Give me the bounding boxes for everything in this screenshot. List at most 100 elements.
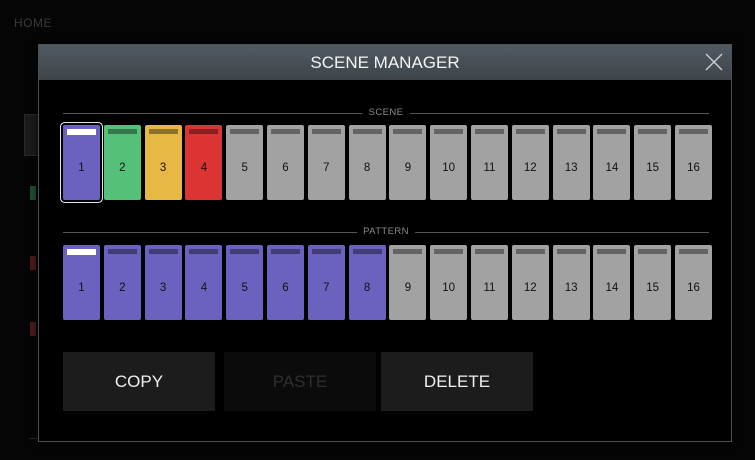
scene-pad-indicator — [311, 129, 341, 134]
scene-pad-number: 16 — [687, 162, 700, 174]
pattern-section-header: PATTERN — [63, 226, 709, 238]
pattern-pad-indicator — [638, 249, 668, 254]
scene-pad-10[interactable]: 10 — [430, 125, 468, 200]
pattern-pad-number: 14 — [605, 282, 619, 294]
pattern-pad-9[interactable]: 9 — [389, 245, 427, 320]
pattern-pad-number: 9 — [404, 282, 412, 294]
scene-pad-5[interactable]: 5 — [226, 125, 264, 200]
delete-button[interactable]: DELETE — [381, 352, 533, 411]
scene-pad-11[interactable]: 11 — [471, 125, 508, 200]
pattern-pad-number: 3 — [159, 282, 167, 294]
dialog-title: SCENE MANAGER — [310, 53, 460, 72]
scene-pad-1[interactable]: 1 — [63, 125, 100, 200]
scene-pad-13[interactable]: 13 — [552, 125, 590, 200]
pattern-pad-indicator — [148, 249, 178, 254]
pattern-pad-indicator — [597, 249, 627, 254]
pattern-pad-number: 8 — [363, 282, 371, 294]
scene-pad-4[interactable]: 4 — [185, 125, 223, 200]
scene-pad-number: 2 — [119, 162, 126, 174]
scene-pad-12[interactable]: 12 — [511, 125, 549, 200]
pattern-pad-number: 10 — [442, 282, 456, 294]
scene-pad-number: 4 — [200, 162, 208, 174]
pattern-pad-indicator — [352, 249, 382, 254]
pattern-pad-3[interactable]: 3 — [144, 245, 182, 320]
scene-pad-number: 15 — [646, 162, 660, 174]
scene-pad-number: 6 — [282, 162, 289, 174]
scene-pad-number: 1 — [78, 162, 85, 174]
pattern-pad-indicator — [67, 249, 96, 255]
scene-pad-number: 3 — [159, 162, 167, 174]
pattern-pad-1[interactable]: 1 — [63, 245, 100, 320]
scene-pad-8[interactable]: 8 — [348, 125, 386, 200]
scene-pad-number: 9 — [404, 162, 412, 174]
scene-pad-7[interactable]: 7 — [307, 125, 345, 200]
scene-pad-2[interactable]: 2 — [103, 125, 141, 200]
paste-button[interactable]: PASTE — [224, 352, 376, 411]
pattern-pad-13[interactable]: 13 — [552, 245, 590, 320]
scene-pad-16[interactable]: 16 — [675, 125, 712, 200]
pattern-pad-number: 4 — [200, 282, 208, 294]
dialog-header: SCENE MANAGER — [39, 45, 731, 80]
pattern-pad-number: 12 — [523, 282, 537, 294]
scene-pad-indicator — [352, 129, 382, 134]
scene-pad-6[interactable]: 6 — [267, 125, 304, 200]
pattern-pad-7[interactable]: 7 — [307, 245, 345, 320]
scene-pad-9[interactable]: 9 — [389, 125, 427, 200]
pattern-pad-number: 15 — [646, 282, 660, 294]
pattern-pad-5[interactable]: 5 — [226, 245, 264, 320]
pattern-pad-number: 13 — [564, 282, 578, 294]
close-icon — [705, 53, 723, 71]
pattern-pad-indicator — [189, 249, 219, 254]
delete-button-label: DELETE — [423, 372, 491, 391]
scene-pad-number: 11 — [483, 162, 496, 174]
pattern-pad-8[interactable]: 8 — [348, 245, 386, 320]
pattern-pad-row: 1 2 3 4 5 6 7 8 9 10 11 12 13 14 15 16 — [63, 245, 713, 322]
pattern-pad-12[interactable]: 12 — [511, 245, 549, 320]
scene-pad-number: 7 — [323, 162, 330, 174]
scene-pad-indicator — [271, 129, 300, 134]
close-button[interactable] — [695, 45, 731, 80]
pattern-pad-10[interactable]: 10 — [430, 245, 468, 320]
pattern-pad-number: 1 — [78, 282, 85, 294]
pattern-section-label: PATTERN — [357, 226, 415, 237]
scene-pad-indicator — [679, 129, 708, 134]
scene-section-header: SCENE — [63, 107, 709, 119]
copy-button[interactable]: COPY — [63, 352, 215, 411]
scene-pad-number: 14 — [605, 162, 619, 174]
scene-pad-number: 10 — [442, 162, 456, 174]
scene-pad-number: 12 — [523, 162, 537, 174]
pattern-pad-4[interactable]: 4 — [185, 245, 223, 320]
scene-pad-indicator — [638, 129, 668, 134]
home-label: HOME — [14, 16, 52, 30]
scene-pad-15[interactable]: 15 — [634, 125, 672, 200]
scene-pad-indicator — [393, 129, 423, 134]
scene-pad-number: 13 — [564, 162, 578, 174]
pattern-pad-indicator — [515, 249, 545, 254]
pattern-pad-indicator — [107, 249, 137, 254]
background-track-marker — [30, 256, 36, 270]
pattern-pad-15[interactable]: 15 — [634, 245, 672, 320]
pattern-pad-6[interactable]: 6 — [267, 245, 304, 320]
scene-pad-number: 8 — [363, 162, 371, 174]
pattern-pad-14[interactable]: 14 — [593, 245, 631, 320]
scene-pad-14[interactable]: 14 — [593, 125, 631, 200]
pattern-pad-indicator — [475, 249, 504, 254]
pattern-pad-11[interactable]: 11 — [471, 245, 508, 320]
background-track-marker — [30, 186, 36, 200]
pattern-pad-number: 7 — [323, 282, 330, 294]
scene-pad-indicator — [515, 129, 545, 134]
background-track-marker — [30, 322, 36, 336]
pattern-pad-number: 6 — [282, 282, 289, 294]
scene-pad-number: 5 — [241, 162, 248, 174]
scene-pad-indicator — [107, 129, 137, 134]
scene-pad-indicator — [67, 129, 96, 135]
scene-pad-3[interactable]: 3 — [144, 125, 182, 200]
pattern-pad-16[interactable]: 16 — [675, 245, 712, 320]
pattern-pad-number: 5 — [241, 282, 248, 294]
scene-pad-indicator — [475, 129, 504, 134]
pattern-pad-indicator — [556, 249, 586, 254]
scene-manager-dialog: SCENE MANAGER SCENE 1 2 3 4 5 6 7 8 9 10 11 12 13 14 1… — [38, 44, 732, 442]
pattern-pad-2[interactable]: 2 — [103, 245, 141, 320]
pattern-pad-indicator — [434, 249, 464, 254]
scene-pad-indicator — [597, 129, 627, 134]
